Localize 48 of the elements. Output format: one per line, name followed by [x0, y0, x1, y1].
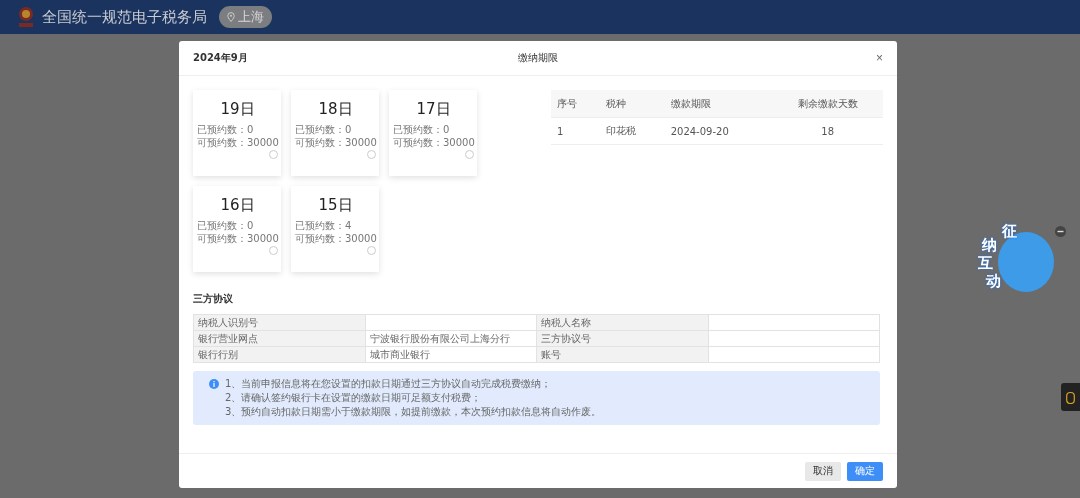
booked-count: 已预约数：0 — [393, 123, 451, 136]
booked-count: 已预约数：4 — [295, 219, 353, 232]
field-value: 宁波银行股份有限公司上海分行 — [365, 330, 537, 347]
month-label: 2024年9月 — [193, 51, 248, 65]
minimize-icon[interactable] — [1055, 226, 1066, 237]
location-pin-icon — [227, 12, 235, 22]
table-cell: 1 — [551, 117, 601, 145]
booked-count: 已预约数：0 — [197, 219, 255, 232]
cancel-button[interactable]: 取消 — [805, 461, 841, 481]
available-count: 可预约数：30000 — [393, 136, 474, 149]
info-icon — [209, 379, 219, 389]
notice-text: 3、预约自动扣款日期需小于缴款期限，如提前缴款，本次预约扣款信息将自动作废。 — [225, 406, 602, 418]
column-header: 缴款期限 — [664, 90, 773, 118]
emblem-icon — [16, 5, 36, 29]
column-header: 税种 — [600, 90, 665, 118]
day-card[interactable]: 18日 已预约数：0 可预约数：30000 — [291, 90, 379, 176]
mouse-icon — [1066, 390, 1075, 404]
available-count: 可预约数：30000 — [197, 136, 278, 149]
notice-text: 2、请确认签约银行卡在设置的缴款日期可足额支付税费； — [225, 392, 483, 404]
column-header: 序号 — [551, 90, 601, 118]
column-header: 剩余缴款天数 — [772, 90, 883, 118]
day-card[interactable]: 19日 已预约数：0 可预约数：30000 — [193, 90, 281, 176]
day-label: 16日 — [219, 196, 256, 215]
side-tab[interactable] — [1061, 383, 1080, 411]
dialog-title: 缴纳期限 — [518, 52, 558, 63]
table-cell: 印花税 — [600, 117, 665, 145]
day-label: 17日 — [415, 100, 452, 119]
booked-count: 已预约数：0 — [295, 123, 353, 136]
field-label: 纳税人识别号 — [193, 314, 365, 331]
section-title: 三方协议 — [193, 292, 234, 306]
available-count: 可预约数：30000 — [197, 232, 278, 245]
field-label: 纳税人名称 — [536, 314, 708, 331]
day-card[interactable]: 15日 已预约数：4 可预约数：30000 — [291, 186, 379, 272]
day-label: 19日 — [219, 100, 256, 119]
close-button[interactable]: × — [876, 51, 883, 65]
day-card[interactable]: 17日 已预约数：0 可预约数：30000 — [389, 90, 477, 176]
assistant-badge[interactable]: 征纳互动 — [976, 224, 1056, 298]
available-count: 可预约数：30000 — [295, 136, 376, 149]
available-count: 可预约数：30000 — [295, 232, 376, 245]
site-title: 全国统一规范电子税务局 — [42, 7, 207, 27]
day-label: 18日 — [317, 100, 354, 119]
booked-count: 已预约数：0 — [197, 123, 255, 136]
field-value: 城市商业银行 — [365, 346, 537, 363]
table-cell: 18 — [772, 117, 883, 145]
table-cell: 2024-09-20 — [664, 117, 773, 145]
day-card[interactable]: 16日 已预约数：0 可预约数：30000 — [193, 186, 281, 272]
day-label: 15日 — [317, 196, 354, 215]
notice-text: 1、当前申报信息将在您设置的扣款日期通过三方协议自动完成税费缴纳； — [225, 378, 553, 390]
